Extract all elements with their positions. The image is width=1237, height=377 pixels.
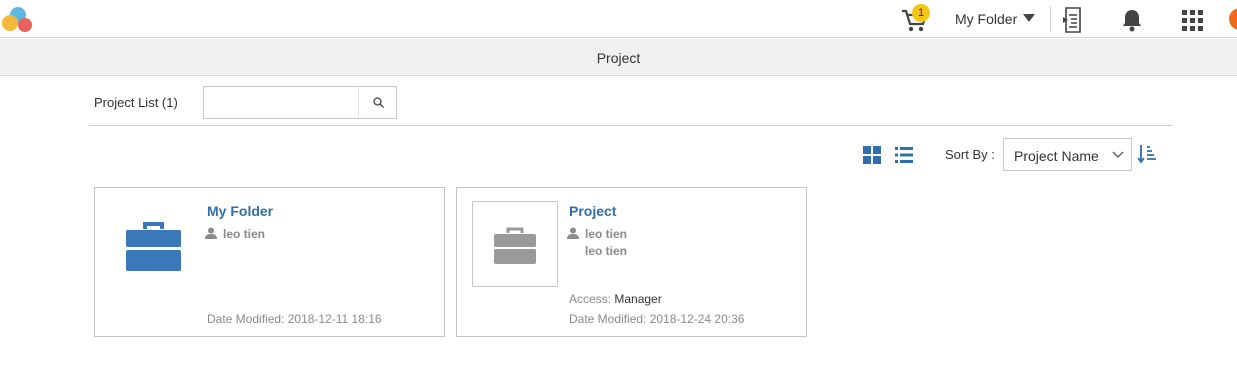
owner-name: leo tien — [585, 244, 628, 258]
folder-menu[interactable]: My Folder — [955, 11, 1017, 27]
document-import-icon[interactable] — [1062, 7, 1084, 33]
project-thumbnail — [472, 201, 558, 287]
card-title[interactable]: Project — [569, 203, 616, 219]
access-value: Manager — [614, 292, 662, 306]
cart-count-badge: 1 — [912, 4, 930, 22]
chevron-down-icon — [1112, 151, 1124, 158]
list-view-icon[interactable] — [895, 146, 913, 164]
apps-grid-icon[interactable] — [1182, 10, 1204, 32]
person-icon — [205, 227, 217, 239]
project-list-title: Project List (1) — [94, 95, 178, 110]
bell-icon[interactable] — [1121, 8, 1143, 32]
project-card-project[interactable]: Project leo tien leo tien Access: Manage… — [456, 187, 807, 337]
date-modified-label: Date Modified: — [207, 312, 285, 326]
owner-name: leo tien — [223, 227, 266, 241]
caret-down-icon[interactable] — [1023, 14, 1035, 23]
date-modified: Date Modified: 2018-12-24 20:36 — [569, 312, 744, 326]
date-modified-value: 2018-12-11 18:16 — [287, 312, 382, 326]
sort-by-label: Sort By : — [945, 147, 995, 162]
project-card-my-folder[interactable]: My Folder leo tien Date Modified: 2018-1… — [94, 187, 445, 337]
person-icon — [567, 227, 579, 239]
sub-header: Project — [0, 39, 1237, 76]
sort-select[interactable]: Project Name — [1003, 138, 1132, 171]
search-button[interactable] — [358, 87, 396, 118]
search-box — [203, 86, 397, 119]
page-title: Project — [596, 50, 641, 66]
briefcase-icon — [126, 222, 181, 271]
search-icon — [373, 97, 384, 108]
date-modified-label: Date Modified: — [569, 312, 647, 326]
top-bar: 1 My Folder — [0, 0, 1237, 38]
app-logo-icon[interactable] — [0, 4, 36, 34]
avatar[interactable] — [1229, 8, 1237, 30]
sort-order-icon[interactable] — [1137, 144, 1157, 164]
owner-name: leo tien — [585, 227, 628, 241]
grid-view-icon[interactable] — [863, 146, 881, 164]
search-input[interactable] — [204, 87, 358, 118]
briefcase-icon — [494, 227, 536, 264]
divider — [89, 125, 1173, 126]
access-label: Access: — [569, 292, 612, 306]
date-modified-value: 2018-12-24 20:36 — [649, 312, 745, 326]
card-title[interactable]: My Folder — [207, 203, 273, 219]
date-modified: Date Modified: 2018-12-11 18:16 — [207, 312, 382, 326]
divider — [1050, 6, 1051, 32]
access-level: Access: Manager — [569, 292, 662, 306]
sort-select-value: Project Name — [1014, 148, 1099, 164]
